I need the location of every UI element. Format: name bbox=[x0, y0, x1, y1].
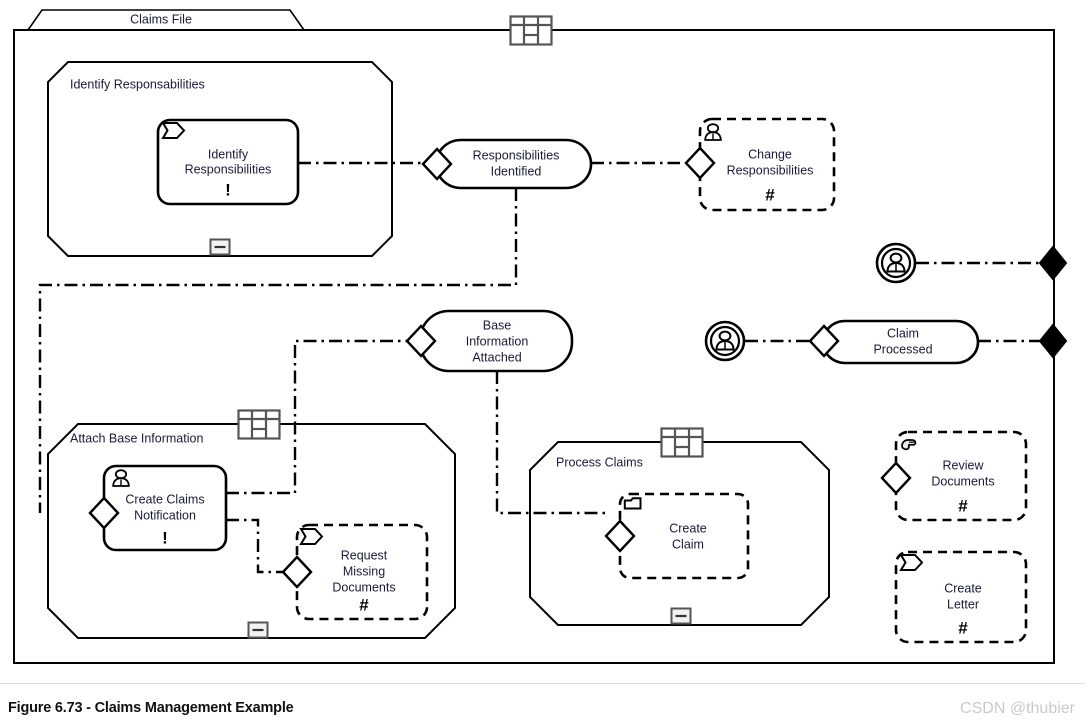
task-create-claim-label-2: Claim bbox=[672, 537, 704, 551]
task-create-letter-marker: # bbox=[958, 618, 968, 637]
collapse-toggle-attach-base-information[interactable] bbox=[247, 621, 269, 639]
task-create-claims-notification-marker: ! bbox=[162, 528, 168, 547]
task-review-documents-marker: # bbox=[958, 496, 968, 515]
task-create-letter-label-1: Create bbox=[944, 581, 982, 595]
port-upper-filled-diamond[interactable] bbox=[1039, 246, 1067, 280]
task-review-documents-label-2: Documents bbox=[931, 474, 994, 488]
task-create-claim-label-1: Create bbox=[669, 521, 707, 535]
watermark: CSDN @thubier bbox=[960, 700, 1075, 717]
actor-upper[interactable] bbox=[875, 242, 917, 284]
collapse-toggle-process-claims[interactable] bbox=[670, 607, 692, 625]
task-review-documents-label-1: Review bbox=[943, 458, 985, 472]
task-request-missing-documents-label-1: Request bbox=[341, 548, 388, 562]
task-create-letter-label-2: Letter bbox=[947, 597, 979, 611]
claims-management-diagram: Claims File Identify Responsabilities Id… bbox=[13, 9, 1067, 664]
task-request-missing-documents-label-3: Documents bbox=[332, 580, 395, 594]
state-responsibilities-identified-label-2: Identified bbox=[491, 164, 542, 178]
task-identify-responsibilities-marker: ! bbox=[225, 180, 231, 199]
group-attach-base-information-label: Attach Base Information bbox=[70, 431, 203, 445]
edge-create-claims-notif-to-request-missing bbox=[226, 518, 283, 574]
task-request-missing-documents-marker: # bbox=[359, 595, 369, 614]
task-identify-responsibilities-label-1: Identify bbox=[208, 147, 249, 161]
caption-divider bbox=[0, 683, 1085, 684]
task-create-claim[interactable] bbox=[604, 492, 750, 580]
group-identify-responsabilities-label: Identify Responsabilities bbox=[70, 77, 205, 91]
claims-file-tab-label: Claims File bbox=[130, 12, 192, 26]
task-create-claims-notification-label-2: Notification bbox=[134, 508, 196, 522]
state-base-information-attached-label-1: Base bbox=[483, 318, 512, 332]
task-identify-responsibilities-label-2: Responsibilities bbox=[185, 162, 272, 176]
collapse-toggle-identify-responsabilities[interactable] bbox=[209, 238, 231, 256]
port-lower-filled-diamond[interactable] bbox=[1039, 324, 1067, 358]
state-claim-processed-label-2: Processed bbox=[873, 342, 932, 356]
table-icon-container[interactable] bbox=[509, 15, 553, 46]
task-request-missing-documents-label-2: Missing bbox=[343, 564, 385, 578]
task-change-responsibilities-marker: # bbox=[765, 185, 775, 204]
state-claim-processed-label-1: Claim bbox=[887, 326, 919, 340]
task-change-responsibilities-label-1: Change bbox=[748, 147, 792, 161]
actor-lower[interactable] bbox=[704, 320, 746, 362]
task-create-claims-notification-label-1: Create Claims bbox=[125, 492, 204, 506]
figure-caption: Figure 6.73 - Claims Management Example bbox=[8, 700, 294, 716]
state-base-information-attached-label-2: Information bbox=[466, 334, 529, 348]
table-icon-process-claims[interactable] bbox=[660, 427, 704, 458]
task-change-responsibilities-label-2: Responsibilities bbox=[727, 163, 814, 177]
state-base-information-attached-label-3: Attached bbox=[472, 350, 521, 364]
state-responsibilities-identified-label-1: Responsibilities bbox=[473, 148, 560, 162]
diagram-canvas: Claims File Identify Responsabilities Id… bbox=[0, 0, 1085, 726]
table-icon-attach-base-information[interactable] bbox=[237, 409, 281, 440]
group-process-claims-label: Process Claims bbox=[556, 455, 643, 469]
folder-icon-create-claim bbox=[623, 497, 642, 510]
